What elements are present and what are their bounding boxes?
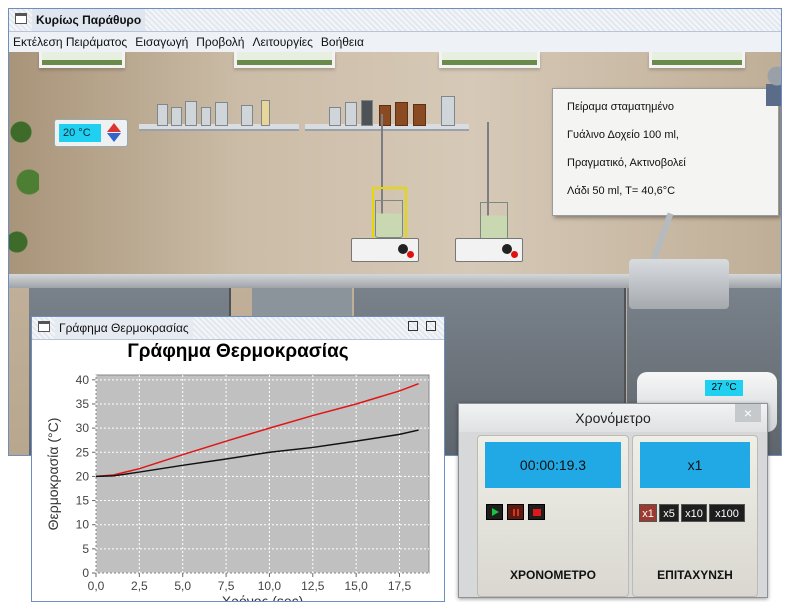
info-line: Λάδι 50 ml, T= 40,6°C — [567, 185, 676, 197]
bottle — [171, 107, 182, 126]
beaker[interactable] — [480, 202, 508, 240]
bottle — [413, 104, 426, 126]
menu-help[interactable]: Βοήθεια — [321, 35, 364, 49]
plant — [9, 92, 39, 292]
maximize-icon[interactable] — [426, 321, 436, 331]
bottle — [157, 104, 168, 126]
pause-icon — [513, 509, 515, 516]
stopwatch-window: Χρονόμετρο × 00:00:19.3 ΧΡΟΝΟΜΕΤΡΟ x1 x1… — [458, 403, 768, 598]
y-tick-label: 5 — [82, 542, 89, 556]
decrease-icon[interactable] — [107, 133, 121, 142]
y-tick-label: 40 — [76, 373, 90, 387]
speed-x1-button[interactable]: x1 — [639, 504, 657, 522]
bottle — [201, 107, 211, 126]
x-tick-label: 7,5 — [218, 579, 235, 593]
heater-display: 27 °C — [705, 380, 743, 396]
y-tick-label: 15 — [76, 494, 90, 508]
stop-icon — [533, 509, 541, 516]
menu-insert[interactable]: Εισαγωγή — [135, 35, 188, 49]
close-icon[interactable]: × — [735, 404, 761, 422]
hotplate[interactable] — [455, 238, 523, 262]
bottle — [361, 100, 373, 126]
speed-x5-button[interactable]: x5 — [659, 504, 679, 522]
x-axis-label: Χρόνος (sec) — [222, 593, 304, 601]
selection-box — [372, 187, 407, 243]
bottle — [441, 96, 455, 126]
bottle — [329, 107, 341, 126]
menu-bar: Εκτέλεση Πειράματος Εισαγωγή Προβολή Λει… — [9, 32, 781, 53]
y-tick-label: 25 — [76, 445, 90, 459]
assistant-figure — [766, 66, 781, 106]
y-tick-label: 20 — [76, 469, 90, 483]
play-icon — [492, 508, 499, 516]
chart-title: Γράφημα Θερμοκρασίας — [127, 341, 349, 362]
window-icon — [38, 321, 50, 332]
bottle — [185, 101, 197, 126]
y-tick-label: 10 — [76, 518, 90, 532]
experiment-info-board: Πείραμα σταματημένο Γυάλινο Δοχείο 100 m… — [552, 88, 779, 216]
speed-panel: x1 x1 x5 x10 x100 ΕΠΙΤΑΧΥΝΣΗ — [632, 435, 758, 597]
y-tick-label: 35 — [76, 397, 90, 411]
window-strip — [649, 52, 745, 68]
graph-window-title: Γράφημα Θερμοκρασίας — [55, 317, 193, 339]
stopwatch-header[interactable]: Χρονόμετρο × — [459, 404, 767, 432]
timer-display: 00:00:19.3 — [485, 442, 621, 488]
room-temperature-value: 20 °C — [59, 124, 101, 142]
bottle — [261, 100, 270, 126]
plot-area — [95, 374, 430, 574]
main-window-title: Κυρίως Παράθυρο — [32, 9, 146, 31]
y-axis-label: Θερμοκρασία (°C) — [45, 418, 61, 531]
room-temperature-control[interactable]: 20 °C — [54, 119, 128, 147]
menu-run-experiment[interactable]: Εκτέλεση Πειράματος — [13, 35, 127, 49]
x-tick-label: 12,5 — [301, 579, 325, 593]
bottle — [395, 102, 408, 126]
bottle — [215, 102, 228, 126]
sink — [629, 259, 729, 309]
stopwatch-title: Χρονόμετρο — [575, 410, 651, 426]
graph-titlebar[interactable]: Γράφημα Θερμοκρασίας — [32, 317, 444, 340]
x-tick-label: 10,0 — [258, 579, 282, 593]
speed-label: ΕΠΙΤΑΧΥΝΣΗ — [657, 568, 733, 582]
window-strip — [39, 52, 125, 68]
bottle — [241, 105, 253, 126]
minimize-icon[interactable] — [408, 321, 418, 331]
speed-x100-button[interactable]: x100 — [709, 504, 745, 522]
window-icon — [15, 13, 27, 24]
y-tick-label: 0 — [82, 566, 89, 580]
stop-button[interactable] — [528, 504, 545, 520]
y-tick-label: 30 — [76, 421, 90, 435]
x-tick-label: 17,5 — [388, 579, 412, 593]
hotplate[interactable] — [351, 238, 419, 262]
speed-x10-button[interactable]: x10 — [681, 504, 707, 522]
pause-button[interactable] — [507, 504, 524, 520]
x-tick-label: 5,0 — [174, 579, 191, 593]
timer-label: ΧΡΟΝΟΜΕΤΡΟ — [509, 568, 596, 582]
increase-icon[interactable] — [107, 123, 121, 132]
bottle — [345, 102, 357, 126]
menu-view[interactable]: Προβολή — [196, 35, 244, 49]
info-line: Πείραμα σταματημένο — [567, 101, 675, 113]
info-line: Γυάλινο Δοχείο 100 ml, — [567, 129, 679, 141]
speed-display: x1 — [640, 442, 750, 488]
window-strip — [439, 52, 540, 68]
x-tick-label: 2,5 — [131, 579, 148, 593]
x-tick-label: 0,0 — [88, 579, 105, 593]
x-tick-label: 15,0 — [344, 579, 368, 593]
window-strip — [234, 52, 335, 68]
info-line: Πραγματικό, Ακτινοβολεί — [567, 157, 686, 169]
temperature-chart: 0 5 10 15 20 25 30 35 40 0,0 2,5 5,0 7,5 10,0 12,5 15,0… — [45, 373, 430, 601]
main-titlebar[interactable]: Κυρίως Παράθυρο — [9, 9, 781, 32]
timer-panel: 00:00:19.3 ΧΡΟΝΟΜΕΤΡΟ — [477, 435, 629, 597]
play-button[interactable] — [486, 504, 503, 520]
graph-window: Γράφημα Θερμοκρασίας Γράφημα Θερμοκρασία… — [31, 316, 445, 602]
menu-functions[interactable]: Λειτουργίες — [252, 35, 312, 49]
